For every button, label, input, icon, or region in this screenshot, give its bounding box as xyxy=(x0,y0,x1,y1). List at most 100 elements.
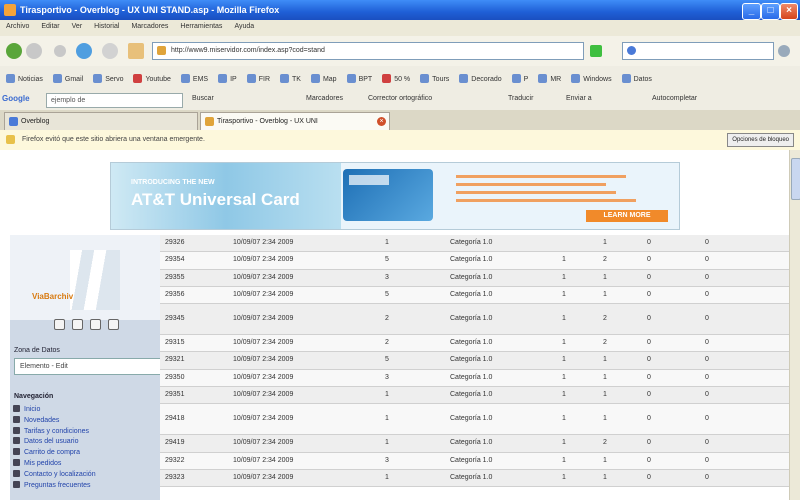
sidebar-nav-item[interactable]: Datos del usuario xyxy=(13,437,96,448)
table-cell-id[interactable]: 29345 xyxy=(165,315,184,322)
address-bar[interactable]: http://www9.miservidor.com/index.asp?cod… xyxy=(152,42,584,60)
table-row[interactable]: 29419 10/09/07 2:34 2009 1 Categoría 1.0 1 2 0… xyxy=(160,435,795,453)
table-cell-id[interactable]: 29322 xyxy=(165,457,184,464)
bookmark-item[interactable]: P xyxy=(509,72,532,85)
bookmark-item[interactable]: EMS xyxy=(178,72,211,85)
tab-tirasportivo[interactable]: Tirasportivo - Overblog - UX UNI × xyxy=(200,112,390,130)
bookmark-item[interactable]: Servo xyxy=(90,72,126,85)
table-row[interactable]: 29326 10/09/07 2:34 2009 1 Categoría 1.0 1 0 0 xyxy=(160,235,795,253)
zone-select[interactable]: Elemento - Edit ▾ xyxy=(14,358,171,375)
table-cell-id[interactable]: 29355 xyxy=(165,274,184,281)
bookmark-item[interactable]: MR xyxy=(535,72,564,85)
ad-banner[interactable]: INTRODUCING THE NEW AT&T Universal Card … xyxy=(110,162,680,230)
tab-close-icon[interactable]: × xyxy=(377,117,386,126)
sidebar-nav-item[interactable]: Preguntas frecuentes xyxy=(13,480,96,492)
tab-favicon-icon xyxy=(205,117,214,126)
table-cell-id[interactable]: 29315 xyxy=(165,339,184,346)
table-cell-n: 1 xyxy=(385,473,389,481)
google-search-input[interactable]: ejemplo de xyxy=(46,93,183,108)
table-cell-id[interactable]: 29419 xyxy=(165,439,184,446)
table-row[interactable]: 29323 10/09/07 2:34 2009 1 Categoría 1.0 1 1 0… xyxy=(160,469,795,488)
search-input[interactable] xyxy=(622,42,774,60)
bookmark-item[interactable]: Gmail xyxy=(50,72,86,85)
print-icon[interactable] xyxy=(72,319,83,330)
table-cell-n: 3 xyxy=(385,273,389,281)
google-autofill-button[interactable]: Autocompletar xyxy=(652,95,697,102)
dropdown-icon[interactable] xyxy=(54,45,66,57)
close-button[interactable]: × xyxy=(780,3,798,20)
bookmark-item[interactable]: IP xyxy=(215,72,240,85)
promo-line xyxy=(456,183,606,186)
forward-icon[interactable] xyxy=(26,43,42,59)
scrollbar-thumb[interactable] xyxy=(791,158,800,200)
bookmark-icon xyxy=(511,74,521,83)
menu-view[interactable]: Ver xyxy=(66,20,89,33)
bookmark-item[interactable]: 50 % xyxy=(379,72,413,85)
table-cell-id[interactable]: 29326 xyxy=(165,239,184,246)
menu-edit[interactable]: Editar xyxy=(35,20,65,33)
bookmark-item[interactable]: FIR xyxy=(244,72,273,85)
sidebar-nav-item[interactable]: Contacto y localización xyxy=(13,469,96,481)
table-cell-id[interactable]: 29354 xyxy=(165,256,184,263)
search-icon[interactable] xyxy=(90,319,101,330)
back-icon[interactable] xyxy=(6,43,22,59)
sidebar-nav-item[interactable]: Mis pedidos xyxy=(13,458,96,470)
sidebar-nav-item[interactable]: Novedades xyxy=(13,415,96,427)
table-row[interactable]: 29321 10/09/07 2:34 2009 5 Categoría 1.0 1 1 0… xyxy=(160,352,795,370)
reload-icon[interactable] xyxy=(76,43,92,59)
sidebar-nav-item[interactable]: Inicio xyxy=(13,405,96,416)
search-icon[interactable] xyxy=(778,45,790,57)
table-row[interactable]: 29354 10/09/07 2:34 2009 5 Categoría 1.0 1 2 0… xyxy=(160,252,795,270)
table-cell-id[interactable]: 29323 xyxy=(165,474,184,481)
tab-overblog[interactable]: Overblog xyxy=(4,112,198,130)
bookmark-item[interactable]: Youtube xyxy=(130,72,173,85)
menu-help[interactable]: Ayuda xyxy=(228,20,260,33)
minimize-button[interactable]: _ xyxy=(742,3,761,20)
bookmark-item[interactable]: Noticias xyxy=(3,72,46,85)
table-cell-id[interactable]: 29321 xyxy=(165,356,184,363)
bullet-icon xyxy=(13,426,20,434)
table-row[interactable]: 29315 10/09/07 2:34 2009 2 Categoría 1.0 1 2 0… xyxy=(160,335,795,353)
bookmark-item[interactable]: Map xyxy=(308,72,340,85)
sidebar-nav-item[interactable]: Carrito de compra xyxy=(13,448,96,459)
menu-history[interactable]: Historial xyxy=(88,20,125,33)
bookmark-item[interactable]: Tours xyxy=(417,72,452,85)
table-row[interactable]: 29351 10/09/07 2:34 2009 1 Categoría 1.0 1 1 0… xyxy=(160,387,795,405)
bookmark-item[interactable]: Decorado xyxy=(456,72,504,85)
stop-icon[interactable] xyxy=(102,43,118,59)
table-cell-cat: Categoría 1.0 xyxy=(450,473,493,481)
bookmark-icon xyxy=(621,74,631,83)
google-spellcheck-button[interactable]: Corrector ortográfico xyxy=(368,95,432,102)
table-cell-id[interactable]: 29351 xyxy=(165,391,184,398)
table-cell-id[interactable]: 29350 xyxy=(165,374,184,381)
table-cell-id[interactable]: 29418 xyxy=(165,415,184,422)
google-bookmarks-button[interactable]: Marcadores xyxy=(306,95,343,102)
bookmark-item[interactable]: Windows xyxy=(568,72,614,85)
bookmark-item[interactable]: TK xyxy=(277,72,304,85)
table-row[interactable]: 29356 10/09/07 2:34 2009 5 Categoría 1.0 1 1 0… xyxy=(160,286,795,305)
settings-icon[interactable] xyxy=(108,319,119,330)
home-icon[interactable] xyxy=(128,43,144,59)
table-row[interactable]: 29345 10/09/07 2:34 2009 2 Categoría 1.0 1 2 0… xyxy=(160,304,795,336)
user-icon[interactable] xyxy=(54,319,65,330)
table-row[interactable]: 29322 10/09/07 2:34 2009 3 Categoría 1.0 1 1 0… xyxy=(160,452,795,470)
maximize-button[interactable]: □ xyxy=(761,3,780,20)
google-search-button[interactable]: Buscar xyxy=(192,95,214,102)
google-translate-button[interactable]: Traducir xyxy=(508,95,533,102)
table-row[interactable]: 29355 10/09/07 2:34 2009 3 Categoría 1.0 1 1 0… xyxy=(160,269,795,287)
table-row[interactable]: 29350 10/09/07 2:34 2009 3 Categoría 1.0 1 1 0… xyxy=(160,369,795,388)
menu-bookmarks[interactable]: Marcadores xyxy=(125,20,174,33)
banner-cta-button[interactable]: LEARN MORE xyxy=(586,210,668,222)
google-sendto-button[interactable]: Enviar a xyxy=(566,95,592,102)
site-logo[interactable]: ViaBarchiv xyxy=(32,292,73,301)
notification-options-button[interactable]: Opciones de bloqueo xyxy=(727,133,794,147)
table-row[interactable]: 29418 10/09/07 2:34 2009 1 Categoría 1.0 1 1 0… xyxy=(160,404,795,436)
go-icon[interactable] xyxy=(590,45,602,57)
table-cell-id[interactable]: 29356 xyxy=(165,291,184,298)
bookmark-item[interactable]: BPT xyxy=(344,72,376,85)
sidebar-nav-item[interactable]: Tarifas y condiciones xyxy=(13,426,96,438)
menu-file[interactable]: Archivo xyxy=(0,20,35,33)
bookmark-item[interactable]: Datos xyxy=(619,72,655,85)
menu-tools[interactable]: Herramientas xyxy=(174,20,228,33)
vertical-scrollbar[interactable] xyxy=(789,150,800,500)
